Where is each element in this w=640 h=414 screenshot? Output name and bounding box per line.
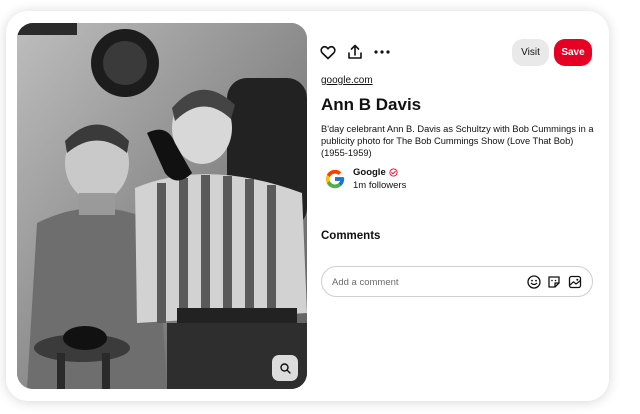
lens-icon	[280, 363, 291, 374]
heart-icon	[320, 45, 336, 59]
google-g-logo	[325, 169, 345, 189]
more-options-button[interactable]	[372, 42, 392, 62]
image-icon	[568, 275, 582, 289]
sticker-button[interactable]	[546, 274, 562, 290]
visit-button[interactable]: Visit	[512, 39, 549, 66]
comment-box	[321, 266, 593, 297]
pin-description: B'day celebrant Ann B. Davis as Schultzy…	[321, 124, 594, 158]
image-button[interactable]	[567, 274, 583, 290]
creator-avatar[interactable]	[323, 167, 347, 191]
emoji-button[interactable]	[526, 274, 542, 290]
pin-title: Ann B Davis	[321, 95, 422, 114]
share-icon	[348, 44, 362, 59]
verified-icon	[389, 168, 398, 177]
share-button[interactable]	[345, 42, 365, 62]
visual-search-button[interactable]	[272, 355, 298, 381]
sticker-icon	[548, 276, 560, 288]
comment-input[interactable]	[332, 272, 522, 292]
pin-image[interactable]	[17, 23, 307, 389]
like-button[interactable]	[318, 42, 338, 62]
comments-heading: Comments	[321, 230, 381, 242]
follower-count: 1m followers	[353, 180, 407, 191]
source-link[interactable]: google.com	[321, 75, 373, 86]
photo-illustration	[17, 23, 307, 389]
creator-name[interactable]: Google	[353, 167, 386, 178]
creator-name-row[interactable]: Google	[353, 167, 398, 178]
save-button[interactable]: Save	[554, 39, 592, 66]
more-icon	[374, 50, 390, 54]
emoji-icon	[527, 275, 541, 289]
